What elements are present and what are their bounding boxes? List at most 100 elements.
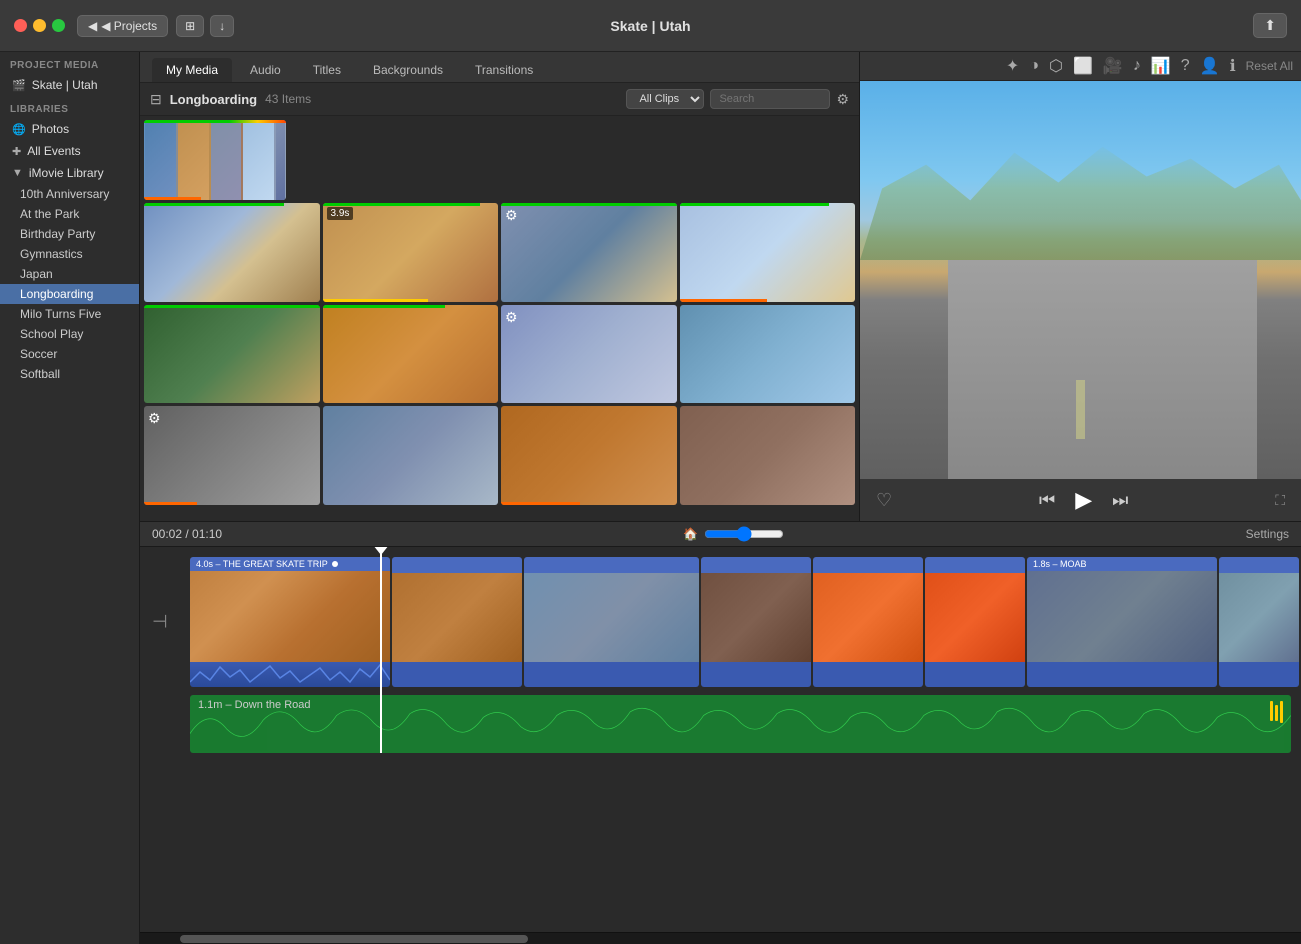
audio-track-label: 1.1m – Down the Road [198, 699, 311, 711]
sidebar-item-imovie-library[interactable]: ▼ iMovie Library [2, 162, 137, 184]
titlebar-right: ⬆ [1253, 13, 1287, 38]
tab-transitions[interactable]: Transitions [461, 58, 547, 82]
clip-thumb-2-2[interactable]: 3.9s [323, 203, 499, 302]
video-clip-4[interactable] [701, 557, 811, 687]
tab-titles[interactable]: Titles [299, 58, 355, 82]
skip-back-button[interactable]: ⏮ [1039, 490, 1055, 511]
sidebar-item-photos[interactable]: 🌐 Photos [2, 118, 137, 140]
sidebar-item-japan[interactable]: Japan [0, 264, 139, 284]
volume-tool[interactable]: ♪ [1133, 57, 1141, 75]
share-button[interactable]: ⬆ [1253, 13, 1287, 38]
tab-audio[interactable]: Audio [236, 58, 295, 82]
preview-toolbar: ✦ ◑ ⬡ ⬜ 🎥 ♪ 📊 ? 👤 ℹ Reset All [860, 52, 1301, 81]
download-button[interactable]: ↓ [210, 15, 234, 37]
zoom-controls: 🏠 [683, 526, 784, 542]
sidebar-item-birthday-party[interactable]: Birthday Party [0, 224, 139, 244]
search-input[interactable] [710, 89, 830, 109]
play-button[interactable]: ▶ [1075, 487, 1092, 513]
sidebar: PROJECT MEDIA 🎬 Skate | Utah LIBRARIES 🌐… [0, 52, 140, 944]
minimize-button[interactable] [33, 19, 46, 32]
noise-reduction-tool[interactable]: ? [1181, 57, 1190, 75]
top-section: My Media Audio Titles Backgrounds Transi… [140, 52, 1301, 522]
clip-thumb-2-1[interactable] [144, 203, 320, 302]
clip-thumb-4-1[interactable]: ⚙ [144, 406, 320, 505]
clips-filter[interactable]: All Clips [626, 89, 704, 109]
saturation-tool[interactable]: ⬡ [1049, 56, 1063, 76]
clip-thumb-3-3[interactable]: ⚙ [501, 305, 677, 404]
settings-icon[interactable]: ⚙ [836, 91, 849, 108]
window-title: Skate | Utah [610, 18, 690, 34]
magic-wand-tool[interactable]: ✦ [1006, 56, 1019, 76]
sidebar-item-gymnastics[interactable]: Gymnastics [0, 244, 139, 264]
library-arrow-icon: ▼ [12, 167, 23, 179]
timeline-scrollbar[interactable] [140, 932, 1301, 944]
all-events-icon: ✚ [12, 145, 21, 158]
sidebar-item-milo-turns-five[interactable]: Milo Turns Five [0, 304, 139, 324]
traffic-lights [0, 19, 65, 32]
sidebar-item-all-events[interactable]: ✚ All Events [2, 140, 137, 162]
clip-thumb-4-2[interactable] [323, 406, 499, 505]
video-clip-6[interactable] [925, 557, 1025, 687]
video-clip-8[interactable] [1219, 557, 1299, 687]
clip-thumb-wide-1[interactable] [144, 120, 286, 200]
sidebar-item-10th-anniversary[interactable]: 10th Anniversary [0, 184, 139, 204]
video-clip-1[interactable]: 4.0s – THE GREAT SKATE TRIP [190, 557, 390, 687]
clip-thumb-4-3[interactable] [501, 406, 677, 505]
clip-settings-icon: ⚙ [505, 207, 518, 224]
sidebar-item-softball[interactable]: Softball [0, 364, 139, 384]
projects-button[interactable]: ◀ ◀ Projects [77, 15, 168, 37]
reset-all-button[interactable]: Reset All [1246, 59, 1293, 73]
media-browser: My Media Audio Titles Backgrounds Transi… [140, 52, 860, 521]
film-icon: 🎬 [12, 79, 26, 92]
audio-track[interactable]: 1.1m – Down the Road [190, 695, 1291, 753]
photos-icon: 🌐 [12, 123, 26, 136]
audio-end-marker [1270, 701, 1283, 723]
clip-thumb-3-4[interactable] [680, 305, 856, 404]
sidebar-item-soccer[interactable]: Soccer [0, 344, 139, 364]
titlebar: ◀ ◀ Projects ⊞ ↓ Skate | Utah ⬆ [0, 0, 1301, 52]
projects-label: ◀ Projects [101, 19, 157, 33]
track-area: ⊣ 4.0s – THE GREAT SKATE TRIP [140, 547, 1301, 753]
sidebar-item-project[interactable]: 🎬 Skate | Utah [2, 74, 137, 96]
clip-settings-icon-2: ⚙ [505, 309, 518, 326]
clip-thumb-2-3[interactable]: ⚙ [501, 203, 677, 302]
speed-tool[interactable]: 👤 [1200, 56, 1220, 76]
clip-thumb-2-4[interactable] [680, 203, 856, 302]
fullscreen-button[interactable]: ⛶ [1275, 492, 1285, 509]
close-button[interactable] [14, 19, 27, 32]
crop-tool[interactable]: ⬜ [1073, 56, 1093, 76]
video-clip-2[interactable] [392, 557, 522, 687]
clip-thumb-3-1[interactable] [144, 305, 320, 404]
back-icon: ◀ [88, 19, 97, 33]
clip-thumb-3-2[interactable] [323, 305, 499, 404]
project-name: Skate | Utah [32, 78, 98, 92]
sidebar-item-at-the-park[interactable]: At the Park [0, 204, 139, 224]
sidebar-item-school-play[interactable]: School Play [0, 324, 139, 344]
libraries-section-label: LIBRARIES [0, 96, 139, 118]
video-clip-5[interactable] [813, 557, 923, 687]
preview-controls: ♡ ⏮ ▶ ⏭ ⛶ [860, 479, 1301, 521]
timeline-settings-button[interactable]: Settings [1246, 527, 1289, 541]
maximize-button[interactable] [52, 19, 65, 32]
zoom-slider[interactable] [704, 526, 784, 542]
sidebar-item-longboarding[interactable]: Longboarding [0, 284, 139, 304]
skip-forward-button[interactable]: ⏭ [1112, 490, 1128, 511]
equalizer-tool[interactable]: 📊 [1151, 56, 1171, 76]
info-tool[interactable]: ℹ [1230, 56, 1236, 76]
imovie-library-label: iMovie Library [29, 166, 104, 180]
grid-view-button[interactable]: ⊞ [176, 15, 204, 37]
stabilize-tool[interactable]: 🎥 [1103, 56, 1123, 76]
video-clip-3[interactable] [524, 557, 699, 687]
clip-thumb-4-4[interactable] [680, 406, 856, 505]
track-start-handle[interactable]: ⊣ [152, 612, 168, 633]
tab-my-media[interactable]: My Media [152, 58, 232, 82]
favorite-button[interactable]: ♡ [876, 490, 892, 511]
content-area: My Media Audio Titles Backgrounds Transi… [140, 52, 1301, 944]
clip1-title: 4.0s – THE GREAT SKATE TRIP [196, 559, 328, 569]
preview-video [860, 81, 1301, 479]
event-name: Longboarding [170, 92, 257, 107]
view-toggle-icon[interactable]: ⊟ [150, 91, 162, 108]
video-clip-7[interactable]: 1.8s – MOAB [1027, 557, 1217, 687]
tab-backgrounds[interactable]: Backgrounds [359, 58, 457, 82]
color-tool[interactable]: ◑ [1029, 57, 1039, 75]
